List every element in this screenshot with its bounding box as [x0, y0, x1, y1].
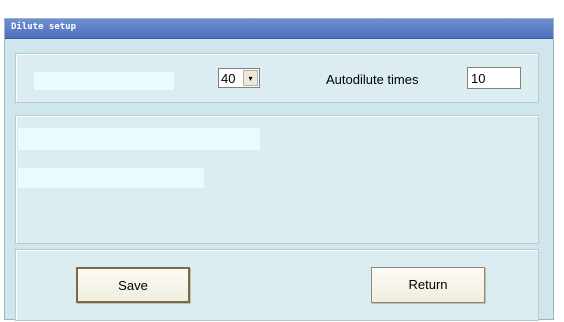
- return-button[interactable]: Return: [371, 267, 485, 303]
- autodilute-times-input[interactable]: 10: [467, 67, 521, 89]
- button-panel: Save Return: [15, 249, 539, 321]
- empty-info-field-1: [18, 128, 260, 150]
- dilute-select[interactable]: 40 ▾: [218, 68, 260, 88]
- empty-info-field-2: [18, 168, 204, 188]
- info-panel: [15, 115, 539, 244]
- autodilute-times-label: Autodilute times: [326, 72, 419, 87]
- autodilute-times-value: 10: [471, 71, 486, 86]
- chevron-down-icon[interactable]: ▾: [243, 70, 258, 86]
- settings-panel: 40 ▾ Autodilute times 10: [15, 53, 539, 103]
- save-button[interactable]: Save: [76, 267, 190, 303]
- title-bar: Dilute setup: [5, 19, 553, 39]
- dilute-select-value: 40: [221, 71, 236, 86]
- window-title: Dilute setup: [11, 22, 77, 32]
- empty-label-field: [34, 72, 174, 90]
- dilute-setup-window: Dilute setup 40 ▾ Autodilute times 10 Sa…: [4, 18, 554, 321]
